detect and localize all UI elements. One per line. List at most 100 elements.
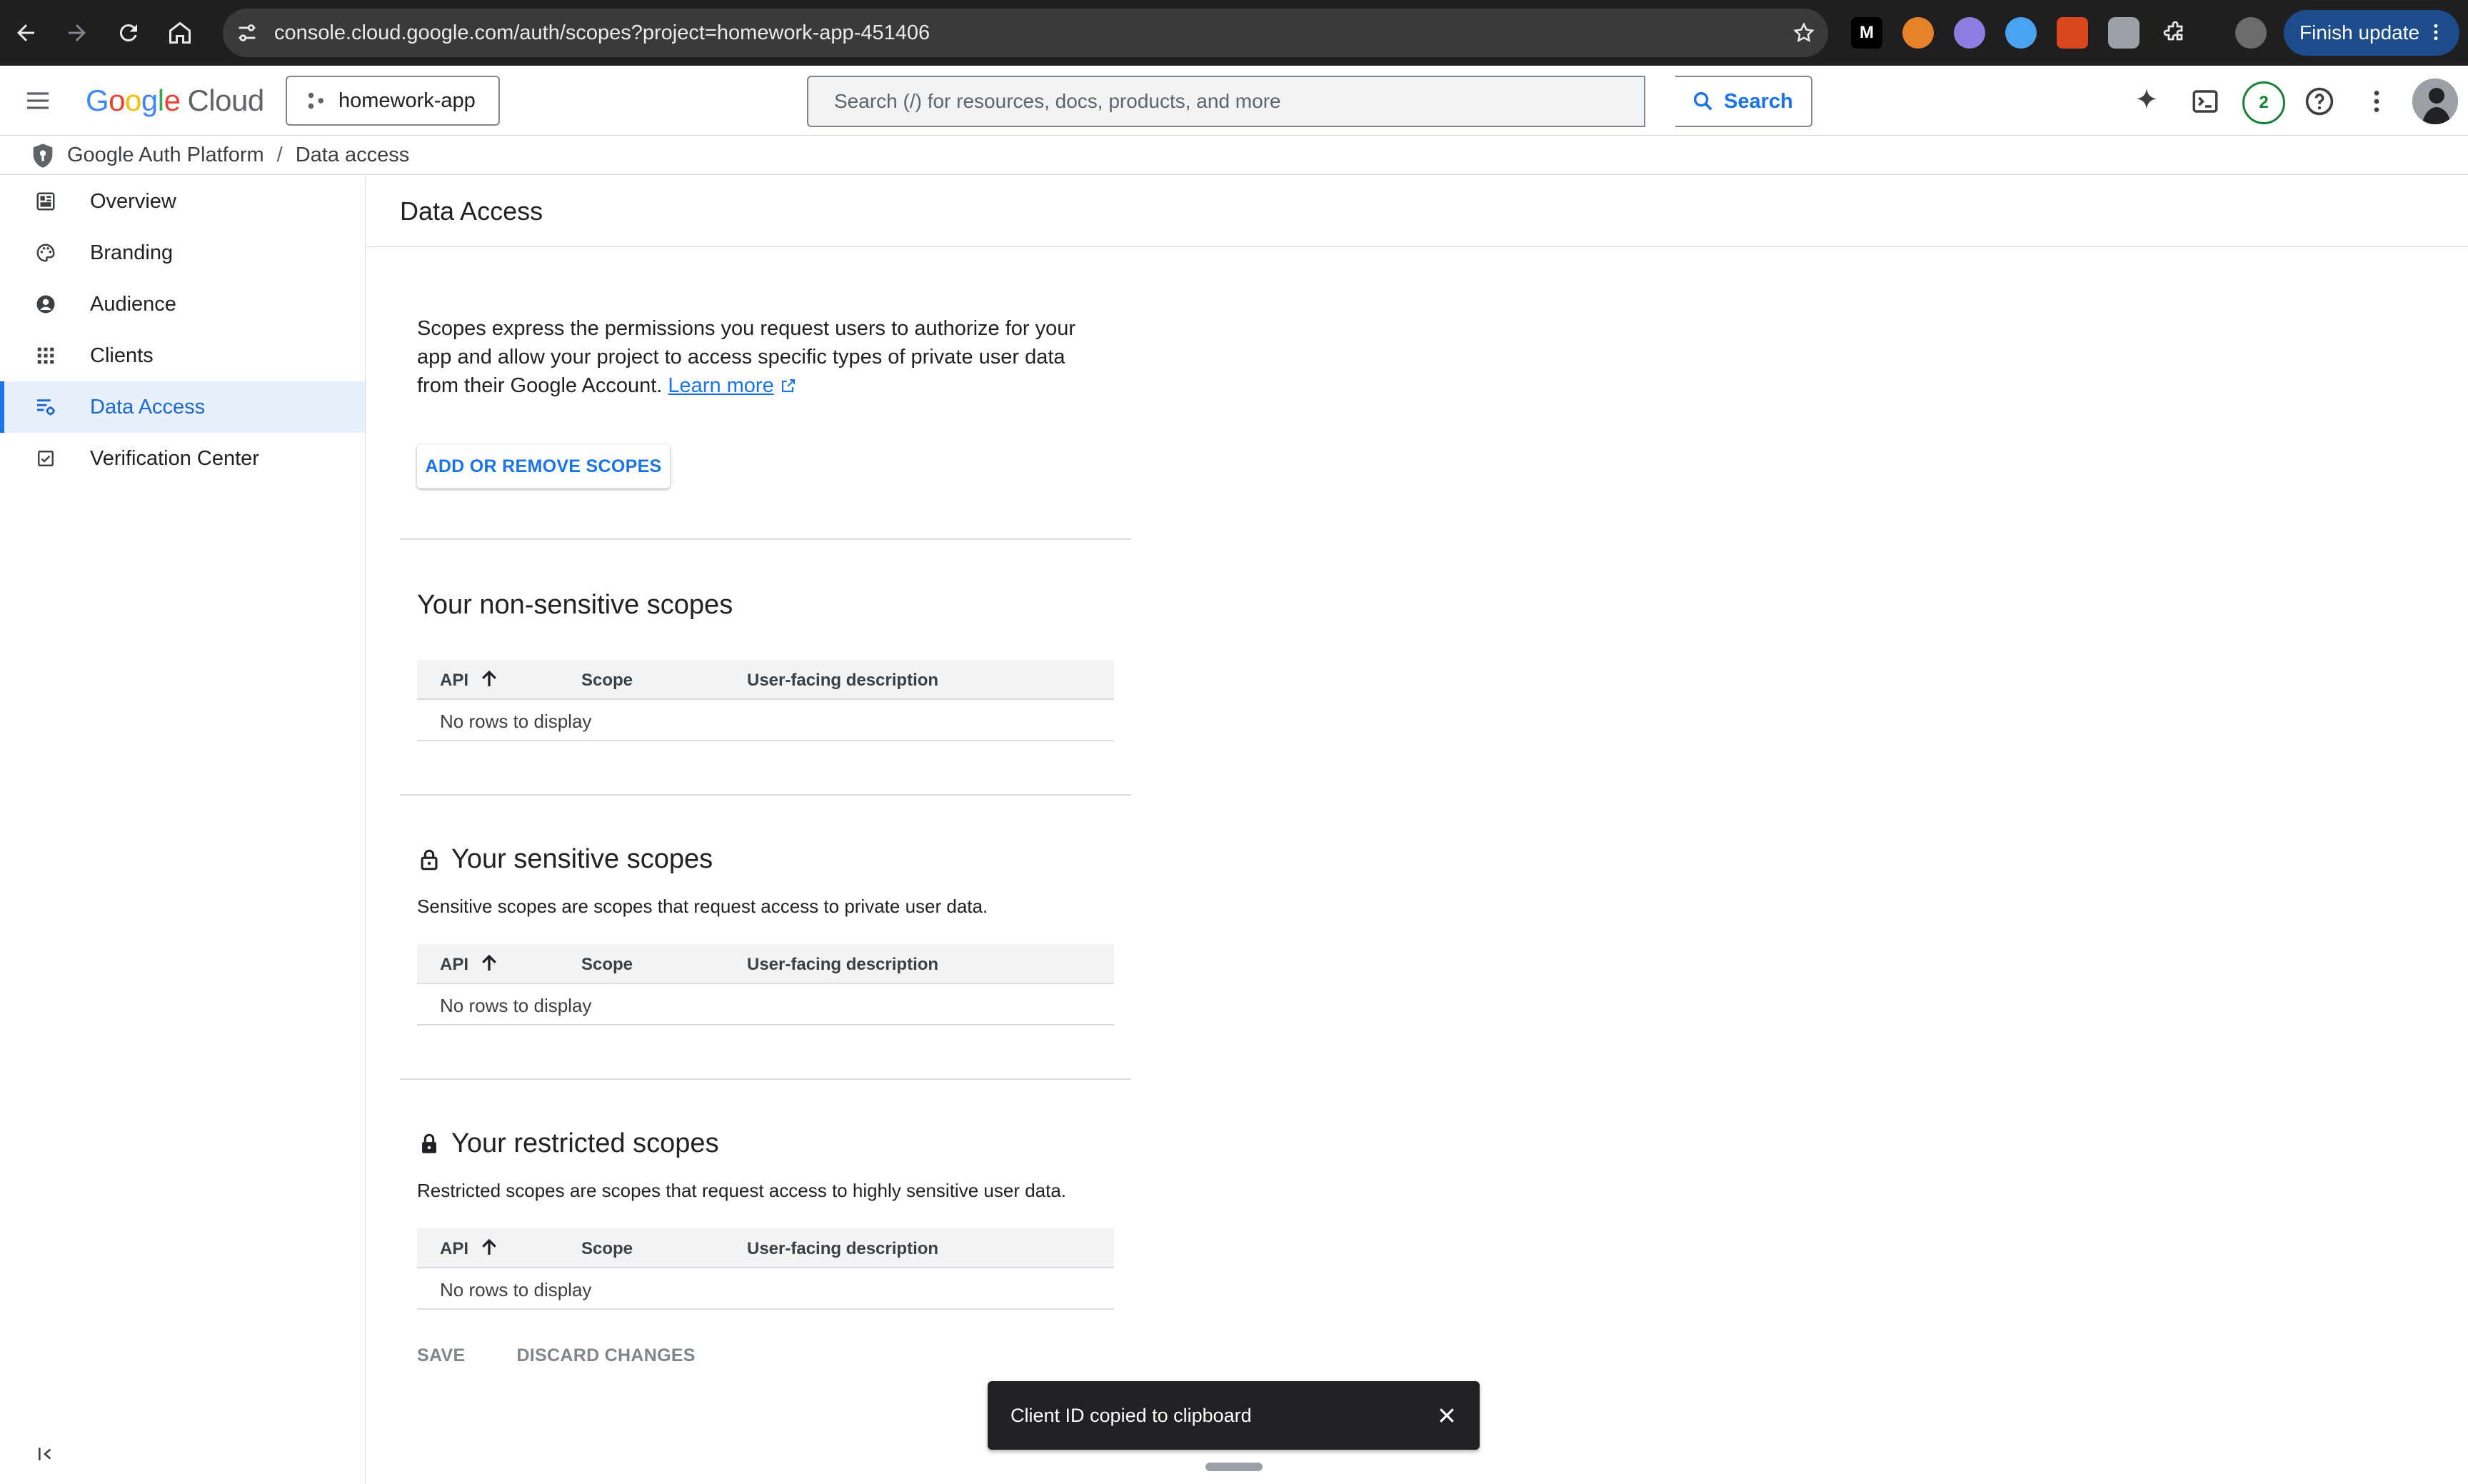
more-vert-icon[interactable] xyxy=(2358,83,2395,120)
more-vert-icon xyxy=(2434,24,2438,41)
site-info-icon[interactable] xyxy=(223,9,271,57)
sensitive-scopes-heading: Your sensitive scopes xyxy=(417,844,713,875)
table-header-row: API Scope User-facing description xyxy=(417,944,1114,984)
back-button[interactable] xyxy=(0,0,51,66)
restricted-scopes-title: Your restricted scopes xyxy=(451,1128,719,1158)
hamburger-icon xyxy=(27,92,49,109)
search-input[interactable]: Search (/) for resources, docs, products… xyxy=(807,76,1645,127)
description-column-header: User-facing description xyxy=(747,671,939,690)
finish-update-button[interactable]: Finish update xyxy=(2284,10,2459,56)
sort-ascending-icon[interactable] xyxy=(478,953,500,974)
add-or-remove-scopes-button[interactable]: ADD OR REMOVE SCOPES xyxy=(417,444,670,488)
snackbar-close-button[interactable] xyxy=(1433,1401,1461,1430)
table-header-row: API Scope User-facing description xyxy=(417,1228,1114,1268)
dashboard-icon xyxy=(34,190,57,213)
sort-ascending-icon[interactable] xyxy=(478,668,500,690)
restricted-scopes-table: API Scope User-facing description No row… xyxy=(417,1228,1114,1310)
scroll-handle[interactable] xyxy=(1205,1463,1263,1471)
camera-extension-icon[interactable] xyxy=(2108,17,2140,49)
grid-icon xyxy=(34,344,57,367)
section-divider xyxy=(400,794,1131,796)
gemini-sparkle-icon[interactable] xyxy=(2128,83,2165,120)
close-icon xyxy=(1440,1408,1454,1423)
m-extension-icon[interactable]: M xyxy=(1851,17,1882,49)
sidebar-item-overview[interactable]: Overview xyxy=(0,176,365,227)
sensitive-scopes-description: Sensitive scopes are scopes that request… xyxy=(417,896,988,917)
learn-more-link[interactable]: Learn more xyxy=(668,374,773,397)
section-divider xyxy=(400,1078,1131,1080)
menu-button[interactable] xyxy=(21,84,54,117)
address-bar[interactable]: console.cloud.google.com/auth/scopes?pro… xyxy=(223,9,1828,57)
project-picker[interactable]: homework-app xyxy=(286,76,500,126)
collapse-sidebar-button[interactable] xyxy=(34,1443,57,1465)
sort-ascending-icon[interactable] xyxy=(478,1237,500,1258)
empty-table-row: No rows to display xyxy=(417,700,1114,741)
reload-icon xyxy=(119,24,137,41)
reload-button[interactable] xyxy=(103,0,154,66)
help-icon[interactable] xyxy=(2301,83,2338,120)
empty-table-message: No rows to display xyxy=(440,995,592,1016)
discard-changes-button[interactable]: DISCARD CHANGES xyxy=(516,1345,695,1366)
empty-table-message: No rows to display xyxy=(440,711,592,732)
api-column-header[interactable]: API xyxy=(440,671,468,691)
search-icon xyxy=(1693,91,1712,111)
sidebar-item-clients[interactable]: Clients xyxy=(0,330,365,381)
api-column-header[interactable]: API xyxy=(440,955,468,975)
browser-toolbar: console.cloud.google.com/auth/scopes?pro… xyxy=(0,0,2468,66)
cloud-shell-icon[interactable] xyxy=(2187,83,2224,120)
non-sensitive-scopes-title: Your non-sensitive scopes xyxy=(417,590,733,620)
search-button[interactable]: Search xyxy=(1675,76,1812,127)
sidebar-item-data-access[interactable]: Data Access xyxy=(0,381,365,433)
person-icon xyxy=(34,293,57,316)
sidebar-item-label: Data Access xyxy=(90,395,206,418)
scope-column-header: Scope xyxy=(581,1239,633,1258)
arrow-left-icon xyxy=(17,24,34,41)
sidebar-item-branding[interactable]: Branding xyxy=(0,227,365,279)
console-app-bar: Google Cloud homework-app Search (/) for… xyxy=(0,66,2468,136)
save-button[interactable]: SAVE xyxy=(417,1345,465,1366)
google-cloud-logo[interactable]: Google Cloud xyxy=(86,80,264,121)
snackbar: Client ID copied to clipboard xyxy=(988,1381,1480,1450)
project-nodes-icon xyxy=(308,92,323,109)
breadcrumb-separator: / xyxy=(276,144,283,166)
lock-open-outline-icon xyxy=(421,849,438,870)
empty-table-row: No rows to display xyxy=(417,984,1114,1026)
profile-avatar[interactable] xyxy=(2235,17,2267,49)
sidebar-item-label: Audience xyxy=(90,292,176,316)
non-sensitive-scopes-table: API Scope User-facing description No row… xyxy=(417,660,1114,741)
scopes-intro: Scopes express the permissions you reque… xyxy=(417,314,1103,400)
ghost-extension-icon[interactable] xyxy=(1954,17,1985,49)
sidebar: Overview Branding Audience Clients Data … xyxy=(0,176,366,1484)
account-avatar[interactable] xyxy=(2412,79,2458,124)
auth-platform-shield-icon xyxy=(33,143,53,168)
sidebar-item-audience[interactable]: Audience xyxy=(0,279,365,330)
sidebar-item-label: Clients xyxy=(90,344,154,367)
breadcrumb-root[interactable]: Google Auth Platform xyxy=(67,144,264,167)
feather-extension-icon[interactable] xyxy=(2005,17,2037,49)
red-extension-icon[interactable] xyxy=(2057,17,2088,49)
empty-table-row: No rows to display xyxy=(417,1268,1114,1310)
snackbar-message: Client ID copied to clipboard xyxy=(1010,1404,1252,1426)
checkbox-icon xyxy=(34,447,57,470)
forward-button[interactable] xyxy=(51,0,103,66)
sensitive-scopes-title: Your sensitive scopes xyxy=(451,844,713,874)
home-button[interactable] xyxy=(154,0,206,66)
arrow-right-icon xyxy=(69,24,86,41)
sidebar-item-label: Verification Center xyxy=(90,446,259,470)
non-sensitive-scopes-heading: Your non-sensitive scopes xyxy=(417,590,733,621)
finish-update-label: Finish update xyxy=(2299,21,2420,44)
sidebar-item-label: Overview xyxy=(90,189,176,213)
sidebar-item-verification-center[interactable]: Verification Center xyxy=(0,433,365,484)
search-placeholder: Search (/) for resources, docs, products… xyxy=(834,90,1281,112)
collapse-left-icon xyxy=(39,1448,51,1460)
breadcrumb-current: Data access xyxy=(295,144,410,166)
notifications-badge[interactable]: 2 xyxy=(2242,81,2285,124)
puzzle-extensions-icon[interactable] xyxy=(2160,17,2191,49)
logo-cloud: Cloud xyxy=(187,84,264,117)
scope-column-header: Scope xyxy=(581,671,633,690)
palette-icon xyxy=(34,241,57,264)
bookmark-star-icon[interactable] xyxy=(1780,9,1828,57)
section-divider xyxy=(400,538,1131,540)
api-column-header[interactable]: API xyxy=(440,1239,468,1259)
fox-extension-icon[interactable] xyxy=(1902,17,1934,49)
